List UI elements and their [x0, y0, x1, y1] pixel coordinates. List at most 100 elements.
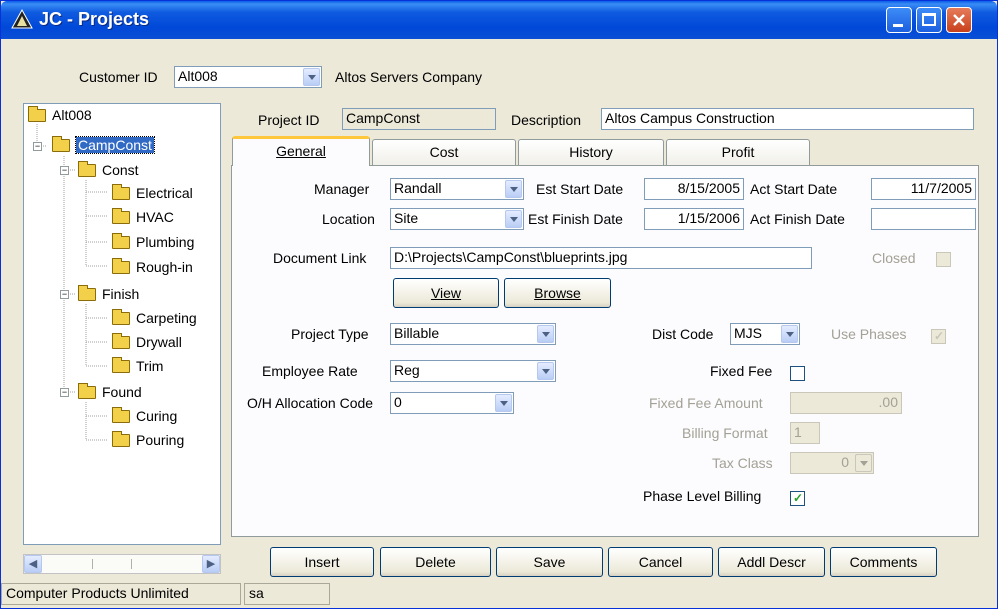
customer-id-label: Customer ID	[79, 69, 158, 85]
chevron-down-icon[interactable]	[495, 394, 512, 412]
folder-icon	[112, 407, 130, 423]
fixed-fee-checkbox[interactable]: ✓	[790, 366, 805, 381]
collapse-icon[interactable]: −	[60, 290, 69, 299]
folder-open-icon	[78, 285, 96, 301]
tree-horizontal-scrollbar[interactable]: ◀ ▶	[23, 554, 221, 574]
tab-profit[interactable]: Profit	[666, 139, 810, 166]
document-link-field[interactable]: D:\Projects\CampConst\blueprints.jpg	[390, 247, 812, 269]
close-button[interactable]	[946, 7, 972, 33]
tax-class-value: 0	[841, 454, 849, 470]
fixed-fee-amount-value: .00	[878, 394, 898, 410]
billing-format-label: Billing Format	[682, 425, 768, 441]
closed-checkbox[interactable]: ✓	[936, 252, 951, 267]
browse-button[interactable]: Browse	[504, 278, 611, 308]
description-value: Altos Campus Construction	[605, 110, 775, 126]
folder-icon	[112, 184, 130, 200]
chevron-down-icon[interactable]	[537, 325, 554, 343]
est-start-field[interactable]: 8/15/2005	[644, 178, 744, 200]
title-bar[interactable]: JC - Projects	[1, 1, 997, 39]
tree-node-label: Carpeting	[136, 310, 197, 326]
project-tree[interactable]: Alt008 − CampConst − Const Electrical HV…	[23, 103, 221, 545]
dist-code-combo[interactable]: MJS	[730, 323, 800, 345]
status-company: Computer Products Unlimited	[1, 583, 241, 605]
scroll-left-icon[interactable]: ◀	[24, 555, 42, 573]
est-start-value: 8/15/2005	[677, 180, 740, 196]
chevron-down-icon[interactable]	[855, 454, 872, 472]
tax-class-label: Tax Class	[712, 455, 773, 471]
delete-button[interactable]: Delete	[380, 547, 491, 577]
comments-button[interactable]: Comments	[830, 547, 937, 577]
minimize-icon	[893, 24, 903, 27]
phase-level-billing-checkbox[interactable]: ✓	[790, 491, 805, 506]
tab-history[interactable]: History	[518, 139, 664, 166]
billing-format-field[interactable]: 1	[790, 422, 820, 444]
folder-open-icon	[28, 106, 46, 122]
chevron-down-icon[interactable]	[505, 210, 522, 228]
chevron-down-icon[interactable]	[781, 325, 798, 343]
tax-class-combo[interactable]: 0	[790, 452, 874, 474]
location-combo[interactable]: Site	[390, 208, 524, 230]
project-id-field[interactable]: CampConst	[342, 108, 496, 130]
oh-allocation-combo[interactable]: 0	[390, 392, 514, 414]
insert-button[interactable]: Insert	[270, 547, 374, 577]
folder-icon	[112, 208, 130, 224]
tree-node-label: HVAC	[136, 209, 174, 225]
collapse-icon[interactable]: −	[33, 142, 42, 151]
maximize-button[interactable]	[916, 7, 942, 33]
act-start-field[interactable]: 11/7/2005	[871, 178, 976, 200]
employee-rate-combo[interactable]: Reg	[390, 360, 556, 382]
tab-label: History	[569, 144, 613, 160]
tree-node-label: Pouring	[136, 432, 185, 448]
act-start-value: 11/7/2005	[910, 180, 972, 196]
folder-open-icon	[78, 383, 96, 399]
window-title: JC - Projects	[39, 9, 150, 29]
scroll-right-icon[interactable]: ▶	[202, 555, 220, 573]
comments-label: Comments	[849, 554, 918, 570]
est-finish-field[interactable]: 1/15/2006	[644, 208, 744, 230]
cancel-button[interactable]: Cancel	[608, 547, 713, 577]
act-finish-field[interactable]	[871, 208, 976, 230]
tree-node-label: Const	[102, 162, 139, 178]
dist-code-label: Dist Code	[652, 326, 714, 342]
description-label: Description	[511, 112, 582, 128]
chevron-down-icon[interactable]	[505, 180, 522, 198]
document-link-label: Document Link	[273, 250, 367, 266]
general-tab-panel: Manager Randall Est Start Date 8/15/2005…	[231, 165, 979, 537]
tree-node-label: Found	[102, 384, 142, 400]
minimize-button[interactable]	[886, 7, 912, 33]
est-finish-value: 1/15/2006	[677, 210, 740, 226]
tab-label: General	[276, 143, 326, 159]
tab-label: Profit	[721, 144, 755, 160]
manager-combo[interactable]: Randall	[390, 178, 524, 200]
scroll-thumb[interactable]	[92, 559, 132, 569]
tab-cost[interactable]: Cost	[372, 139, 516, 166]
act-start-label: Act Start Date	[750, 181, 838, 197]
tree-node-label: Plumbing	[136, 234, 195, 250]
save-button[interactable]: Save	[496, 547, 603, 577]
description-field[interactable]: Altos Campus Construction	[601, 108, 974, 130]
check-icon: ✓	[793, 491, 804, 505]
chevron-down-icon[interactable]	[303, 68, 320, 86]
fixed-fee-amount-field[interactable]: .00	[790, 392, 902, 414]
addl-descr-label: Addl Descr	[737, 554, 806, 570]
project-id-label: Project ID	[258, 112, 320, 128]
billing-format-value: 1	[794, 424, 802, 440]
project-type-combo[interactable]: Billable	[390, 323, 556, 345]
addl-descr-button[interactable]: Addl Descr	[718, 547, 825, 577]
browse-label: Browse	[534, 285, 581, 301]
folder-icon	[112, 333, 130, 349]
save-label: Save	[533, 554, 566, 570]
view-button[interactable]: View	[393, 278, 499, 308]
folder-open-icon	[78, 161, 96, 177]
document-link-value: D:\Projects\CampConst\blueprints.jpg	[394, 249, 628, 265]
chevron-down-icon[interactable]	[537, 362, 554, 380]
tab-general[interactable]: General	[232, 136, 370, 166]
cancel-label: Cancel	[638, 554, 683, 570]
status-user-text: sa	[249, 585, 264, 601]
customer-id-combo[interactable]: Alt008	[174, 66, 322, 88]
collapse-icon[interactable]: −	[60, 388, 69, 397]
maximize-icon	[922, 13, 936, 26]
use-phases-checkbox[interactable]: ✓	[931, 329, 946, 344]
oh-allocation-value: 0	[394, 394, 402, 410]
collapse-icon[interactable]: −	[60, 166, 69, 175]
